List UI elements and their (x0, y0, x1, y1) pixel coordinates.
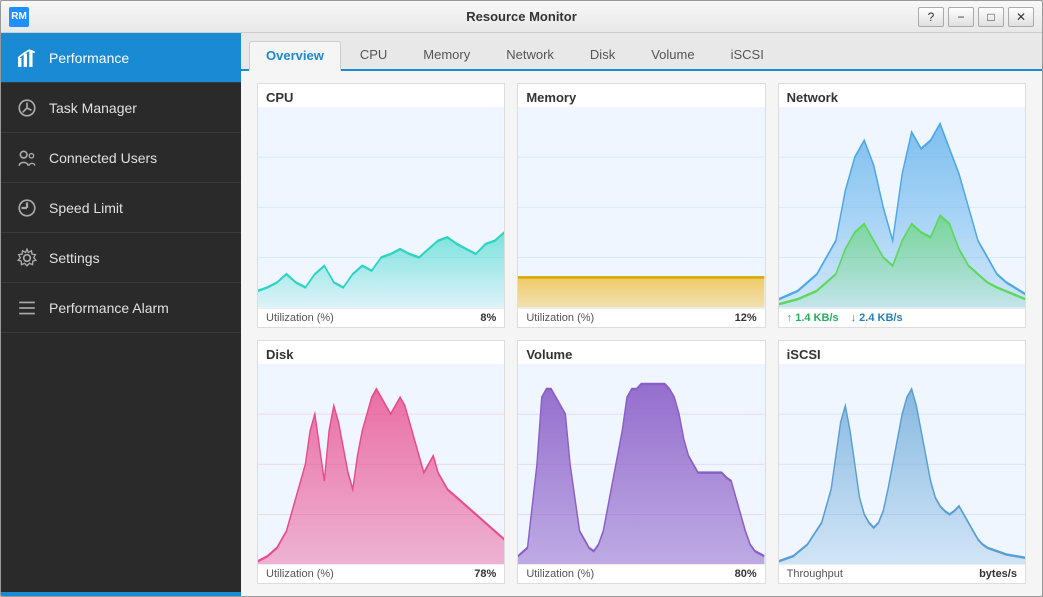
tab-disk[interactable]: Disk (573, 39, 632, 69)
iscsi-footer-label: Throughput (787, 568, 843, 580)
tab-iscsi[interactable]: iSCSI (714, 39, 781, 69)
sidebar-item-settings[interactable]: Settings (1, 233, 241, 283)
settings-icon (17, 248, 37, 268)
sidebar-label-settings: Settings (49, 250, 100, 266)
help-button[interactable]: ? (918, 7, 944, 27)
tab-volume[interactable]: Volume (634, 39, 711, 69)
volume-chart-footer: Utilization (%) 80% (518, 564, 764, 583)
volume-footer-label: Utilization (%) (526, 568, 594, 580)
cpu-chart-body (258, 107, 504, 308)
tab-network[interactable]: Network (489, 39, 571, 69)
memory-footer-value: 12% (735, 312, 757, 324)
disk-chart-body (258, 364, 504, 565)
charts-area: CPU (241, 71, 1042, 596)
cpu-chart-footer: Utilization (%) 8% (258, 308, 504, 327)
network-chart-title: Network (779, 84, 1025, 107)
network-chart-card: Network (778, 83, 1026, 328)
tab-overview[interactable]: Overview (249, 41, 341, 71)
sidebar-label-performance: Performance (49, 50, 129, 66)
memory-chart-card: Memory (517, 83, 765, 328)
sidebar-label-task-manager: Task Manager (49, 100, 137, 116)
disk-chart-card: Disk (257, 340, 505, 585)
resource-monitor-window: RM Resource Monitor ? − □ ✕ Perfo (0, 0, 1043, 597)
network-up-value: ↑ 1.4 KB/s (787, 312, 839, 324)
volume-chart-body (518, 364, 764, 565)
sidebar-item-connected-users[interactable]: Connected Users (1, 133, 241, 183)
tab-cpu[interactable]: CPU (343, 39, 404, 69)
memory-chart-title: Memory (518, 84, 764, 107)
sidebar-item-performance-alarm[interactable]: Performance Alarm (1, 283, 241, 333)
performance-icon (17, 48, 37, 68)
iscsi-footer-value: bytes/s (979, 568, 1017, 580)
network-chart-footer: ↑ 1.4 KB/s ↓ 2.4 KB/s (779, 308, 1025, 327)
network-chart-body (779, 107, 1025, 308)
sidebar-label-performance-alarm: Performance Alarm (49, 300, 169, 316)
sidebar-label-speed-limit: Speed Limit (49, 200, 123, 216)
window-controls: ? − □ ✕ (918, 7, 1034, 27)
disk-chart-title: Disk (258, 341, 504, 364)
connected-users-icon (17, 148, 37, 168)
iscsi-chart-card: iSCSI (778, 340, 1026, 585)
cpu-chart-title: CPU (258, 84, 504, 107)
performance-alarm-icon (17, 298, 37, 318)
window-body: Performance Task Manager (1, 33, 1042, 596)
minimize-button[interactable]: − (948, 7, 974, 27)
iscsi-chart-footer: Throughput bytes/s (779, 564, 1025, 583)
cpu-chart-card: CPU (257, 83, 505, 328)
sidebar: Performance Task Manager (1, 33, 241, 596)
tab-memory[interactable]: Memory (406, 39, 487, 69)
disk-chart-footer: Utilization (%) 78% (258, 564, 504, 583)
network-down-value: ↓ 2.4 KB/s (851, 312, 903, 324)
disk-footer-value: 78% (474, 568, 496, 580)
memory-chart-body (518, 107, 764, 308)
task-manager-icon (17, 98, 37, 118)
cpu-footer-label: Utilization (%) (266, 312, 334, 324)
maximize-button[interactable]: □ (978, 7, 1004, 27)
volume-footer-value: 80% (735, 568, 757, 580)
app-icon: RM (9, 7, 29, 27)
sidebar-item-speed-limit[interactable]: Speed Limit (1, 183, 241, 233)
close-button[interactable]: ✕ (1008, 7, 1034, 27)
cpu-footer-value: 8% (480, 312, 496, 324)
memory-chart-footer: Utilization (%) 12% (518, 308, 764, 327)
iscsi-chart-title: iSCSI (779, 341, 1025, 364)
volume-chart-card: Volume (517, 340, 765, 585)
speed-limit-icon (17, 198, 37, 218)
main-content: Overview CPU Memory Network Disk Volume … (241, 33, 1042, 596)
iscsi-chart-body (779, 364, 1025, 565)
titlebar: RM Resource Monitor ? − □ ✕ (1, 1, 1042, 33)
sidebar-item-performance[interactable]: Performance (1, 33, 241, 83)
sidebar-label-connected-users: Connected Users (49, 150, 157, 166)
sidebar-bottom-accent (1, 592, 241, 596)
window-title: Resource Monitor (466, 9, 577, 24)
sidebar-item-task-manager[interactable]: Task Manager (1, 83, 241, 133)
tabs-bar: Overview CPU Memory Network Disk Volume … (241, 33, 1042, 71)
memory-footer-label: Utilization (%) (526, 312, 594, 324)
disk-footer-label: Utilization (%) (266, 568, 334, 580)
volume-chart-title: Volume (518, 341, 764, 364)
